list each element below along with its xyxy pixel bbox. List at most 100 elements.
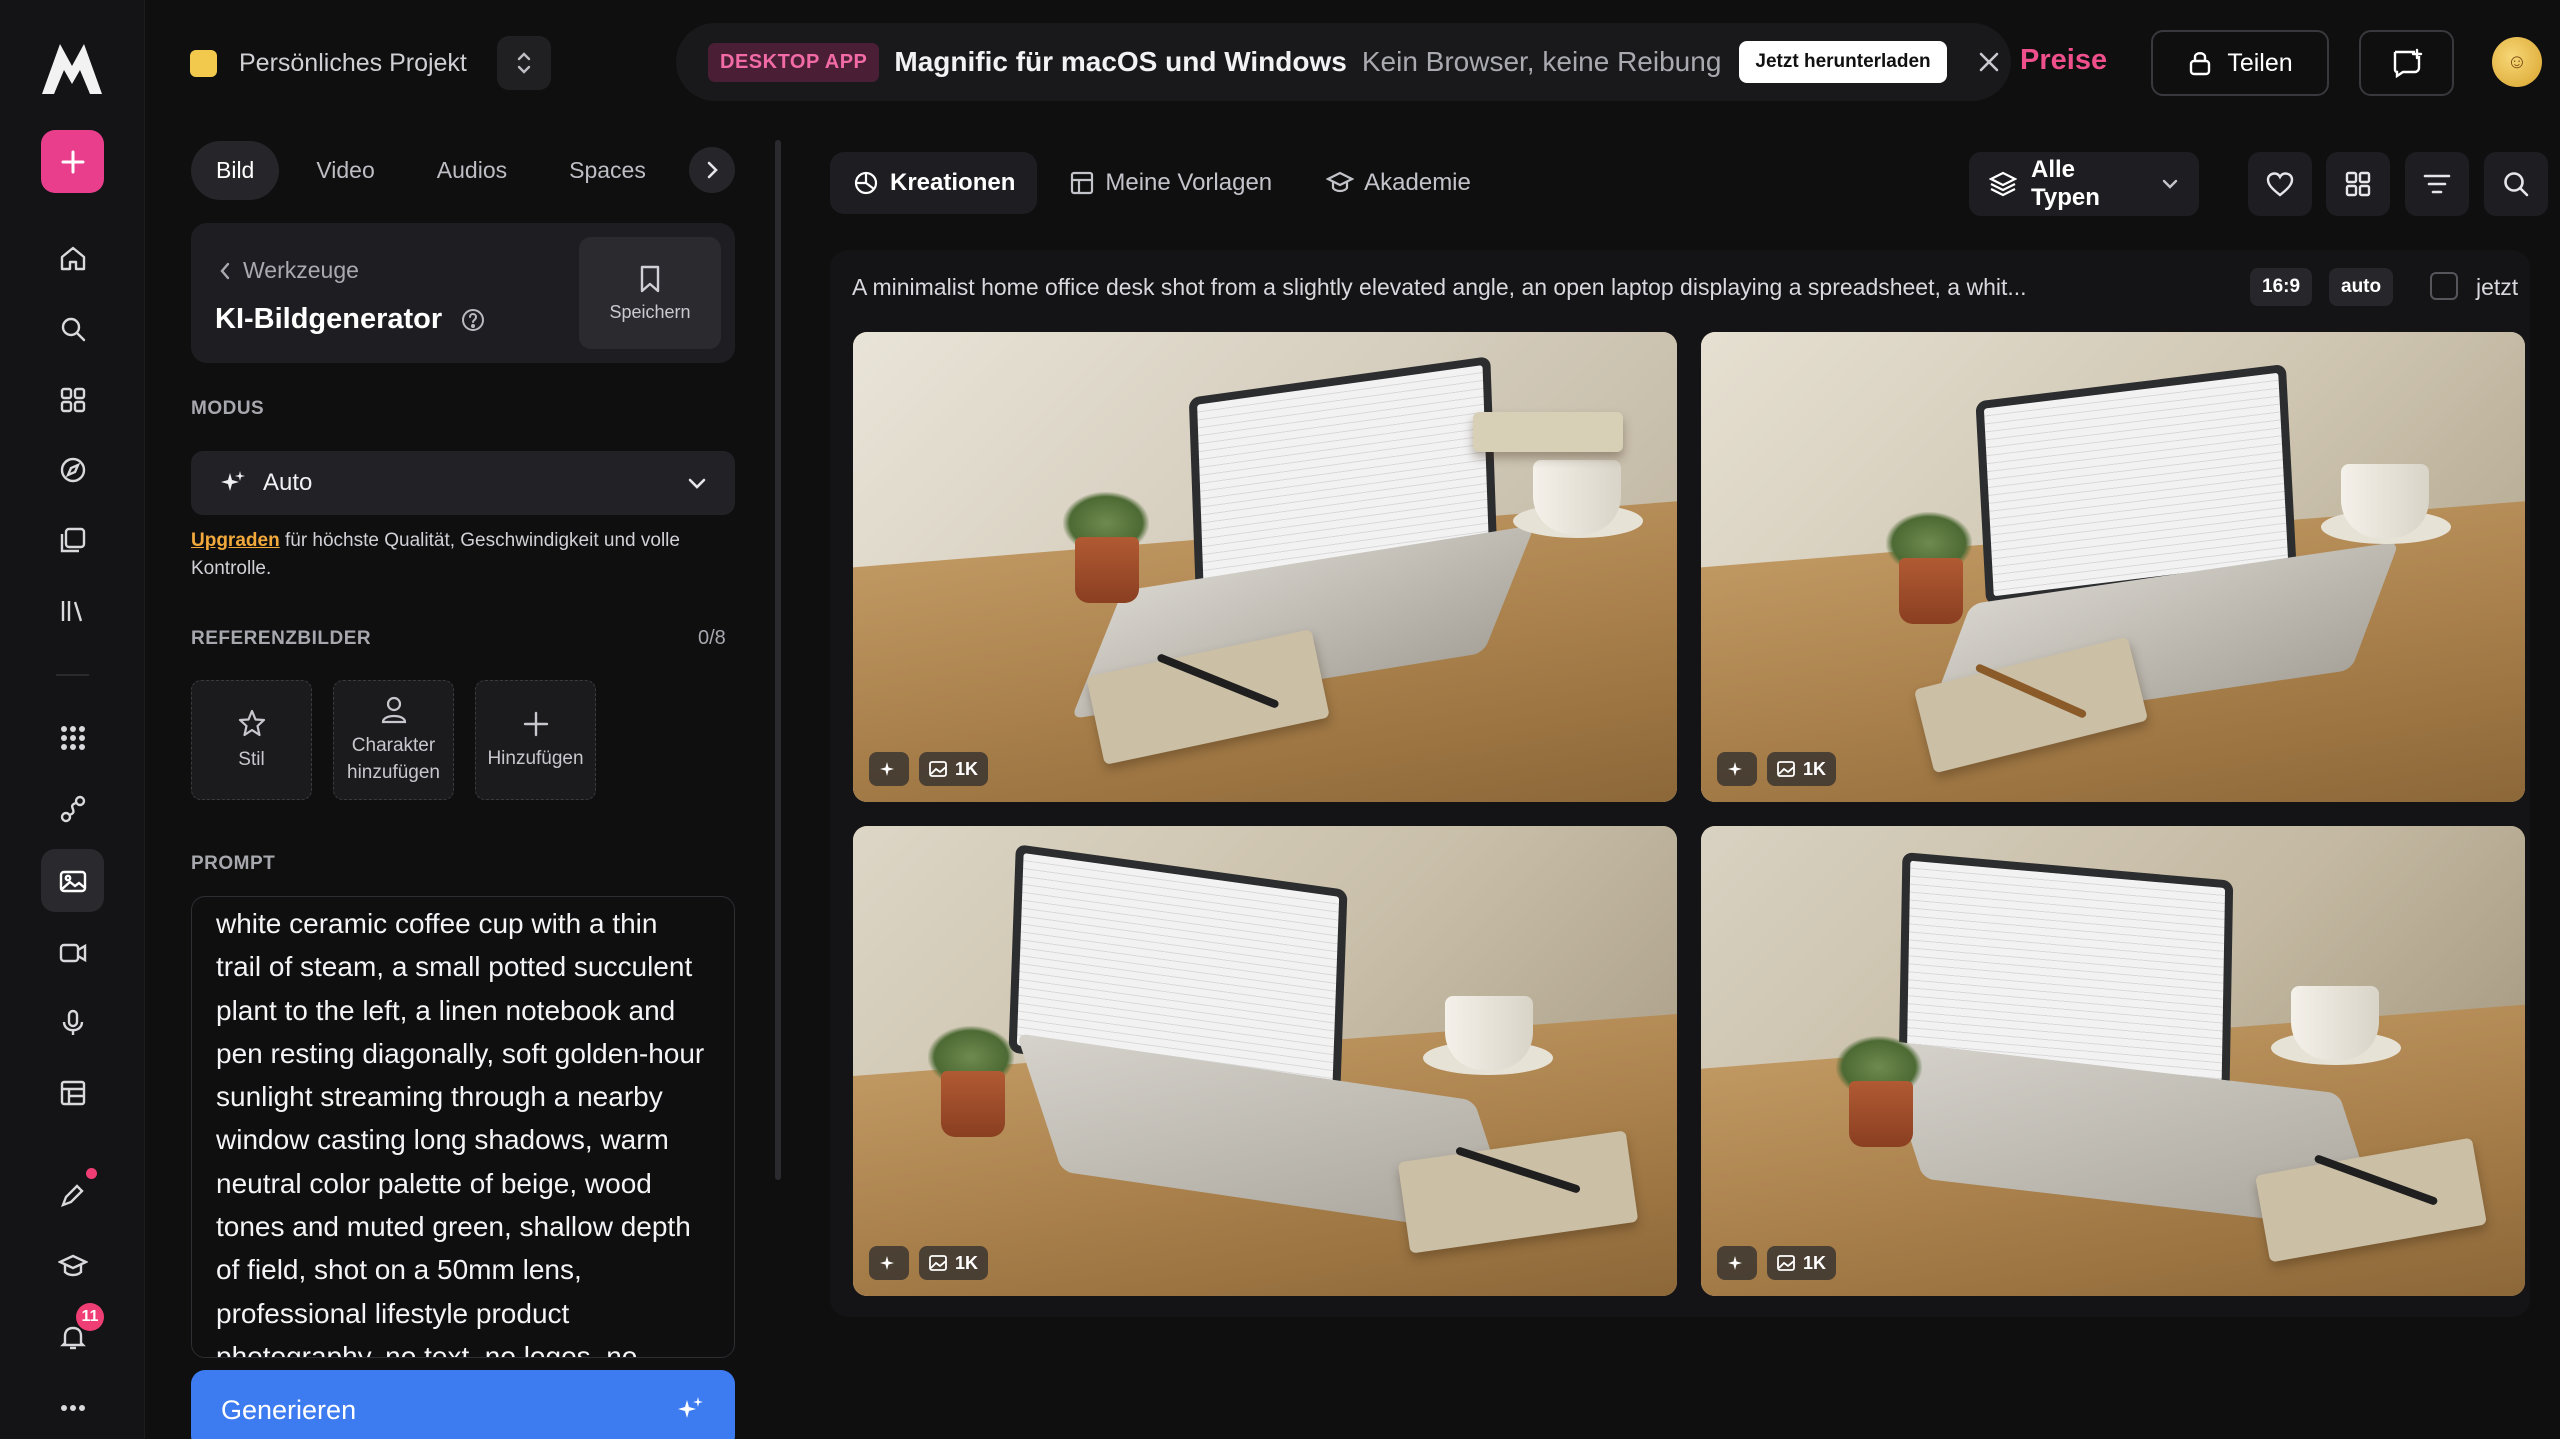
tab-spaces[interactable]: Spaces <box>544 141 671 200</box>
tool-title-text: KI-Bildgenerator <box>215 303 443 335</box>
media-tabs: Bild Video Audios Spaces <box>191 141 683 200</box>
sparkle-icon <box>675 1395 705 1425</box>
audio-icon[interactable] <box>41 991 104 1054</box>
back-label: Werkzeuge <box>243 257 359 283</box>
mode-value: Auto <box>263 469 313 496</box>
tab-kreationen[interactable]: Kreationen <box>830 152 1038 214</box>
search-icon[interactable] <box>41 297 104 360</box>
tool-card: Werkzeuge KI-Bildgenerator Speichern <box>191 223 735 363</box>
bell-icon[interactable]: 11 <box>41 1303 104 1368</box>
grid-view-icon <box>2344 170 2372 198</box>
panel-scrollbar[interactable] <box>775 140 781 1180</box>
sparkle-icon <box>219 469 247 497</box>
project-name: Persönliches Projekt <box>239 48 467 77</box>
pricing-link[interactable]: Preise <box>2020 44 2107 77</box>
type-filter-select[interactable]: Alle Typen <box>1969 152 2199 216</box>
project-switch-button[interactable] <box>497 36 551 90</box>
prompt-input[interactable]: white ceramic coffee cup with a thin tra… <box>191 896 735 1358</box>
resolution-badge: 1K <box>919 752 989 786</box>
gallery-search-button[interactable] <box>2484 152 2548 216</box>
new-button[interactable] <box>41 130 104 193</box>
mode-select[interactable]: Auto <box>191 451 735 515</box>
academy-icon[interactable] <box>41 1234 104 1297</box>
banner-subtitle: Kein Browser, keine Reibung <box>1361 46 1722 77</box>
generated-image[interactable]: 1K <box>1701 332 2525 802</box>
tab-kreationen-label: Kreationen <box>890 169 1016 196</box>
rail-divider <box>56 674 89 676</box>
workflow-icon[interactable] <box>41 777 104 840</box>
upscale-button[interactable] <box>1717 1246 1757 1280</box>
image-generator-icon[interactable] <box>41 849 104 912</box>
avatar[interactable]: ☺ <box>2492 37 2542 87</box>
tab-audios[interactable]: Audios <box>412 141 532 200</box>
share-button[interactable]: Teilen <box>2151 30 2329 96</box>
pen-icon[interactable] <box>41 1163 104 1226</box>
style-reference-button[interactable]: Stil <box>191 680 312 800</box>
back-to-tools-link[interactable]: Werkzeuge <box>219 257 359 284</box>
lock-icon <box>2187 49 2213 77</box>
library-icon[interactable] <box>41 579 104 642</box>
person-icon <box>378 694 410 726</box>
search-icon <box>2501 169 2531 199</box>
references-section-label: REFERENZBILDER <box>191 628 372 649</box>
generate-button[interactable]: Generieren <box>191 1370 735 1439</box>
add-reference-label: Hinzufügen <box>487 747 584 769</box>
help-icon[interactable] <box>460 307 486 333</box>
layers-icon <box>1989 170 2017 198</box>
chevron-down-icon <box>687 476 707 490</box>
feedback-button[interactable] <box>2359 30 2454 96</box>
video-icon[interactable] <box>41 920 104 983</box>
resolution-badge: 1K <box>1767 1246 1837 1280</box>
download-button[interactable]: Jetzt herunterladen <box>1739 41 1947 83</box>
upscale-button[interactable] <box>1717 752 1757 786</box>
home-icon[interactable] <box>41 226 104 289</box>
generation-prompt-preview[interactable]: A minimalist home office desk shot from … <box>852 274 2162 301</box>
upgrade-note: Upgraden für höchste Qualität, Geschwind… <box>191 527 735 583</box>
upscale-button[interactable] <box>869 1246 909 1280</box>
banner-tag: DESKTOP APP <box>708 42 880 82</box>
bookmark-icon <box>638 264 662 294</box>
sort-button[interactable] <box>2405 152 2469 216</box>
assets-icon[interactable] <box>41 508 104 571</box>
resolution-badge: 1K <box>1767 752 1837 786</box>
apps-icon[interactable] <box>41 368 104 431</box>
grid-icon[interactable] <box>41 706 104 769</box>
tab-bild[interactable]: Bild <box>191 141 280 200</box>
close-icon[interactable] <box>1975 48 2003 76</box>
mode-section-label: MODUS <box>191 398 265 419</box>
aspect-ratio-badge: 16:9 <box>2250 268 2313 306</box>
main-tabs: Kreationen Meine Vorlagen Akademie <box>830 152 1503 214</box>
tab-meine-vorlagen[interactable]: Meine Vorlagen <box>1047 152 1294 214</box>
generated-image[interactable]: 1K <box>1701 826 2525 1296</box>
image-tools: 1K <box>1717 752 1837 786</box>
tab-video[interactable]: Video <box>291 141 399 200</box>
more-icon[interactable] <box>41 1376 104 1439</box>
chevron-left-icon <box>219 261 231 281</box>
select-generation-checkbox[interactable] <box>2430 272 2458 300</box>
filter-lines-icon <box>2422 172 2452 196</box>
save-button[interactable]: Speichern <box>579 237 721 349</box>
tabs-next-button[interactable] <box>689 147 735 193</box>
grid-view-button[interactable] <box>2326 152 2390 216</box>
generated-image[interactable]: 1K <box>853 826 1677 1296</box>
resolution-label: 1K <box>1803 758 1827 779</box>
magnific-logo[interactable] <box>40 40 104 96</box>
add-character-button[interactable]: Charakter hinzufügen <box>333 680 454 800</box>
upgrade-link[interactable]: Upgraden <box>191 530 280 551</box>
reference-tiles: Stil Charakter hinzufügen Hinzufügen <box>191 680 596 800</box>
banner-title: Magnific für macOS und Windows <box>894 46 1347 77</box>
generated-image[interactable]: 1K <box>853 332 1677 802</box>
upscale-button[interactable] <box>869 752 909 786</box>
templates-icon[interactable] <box>41 1061 104 1124</box>
plus-icon <box>521 709 551 739</box>
image-tools: 1K <box>1717 1246 1837 1280</box>
project-selector[interactable]: Persönliches Projekt <box>190 32 551 94</box>
image-tools: 1K <box>869 752 989 786</box>
explore-icon[interactable] <box>41 438 104 501</box>
tab-akademie[interactable]: Akademie <box>1304 152 1493 214</box>
favorites-button[interactable] <box>2248 152 2312 216</box>
generate-label: Generieren <box>221 1394 357 1425</box>
references-count: 0/8 <box>698 627 726 649</box>
plant-pot <box>941 1071 1005 1137</box>
add-reference-button[interactable]: Hinzufügen <box>475 680 596 800</box>
